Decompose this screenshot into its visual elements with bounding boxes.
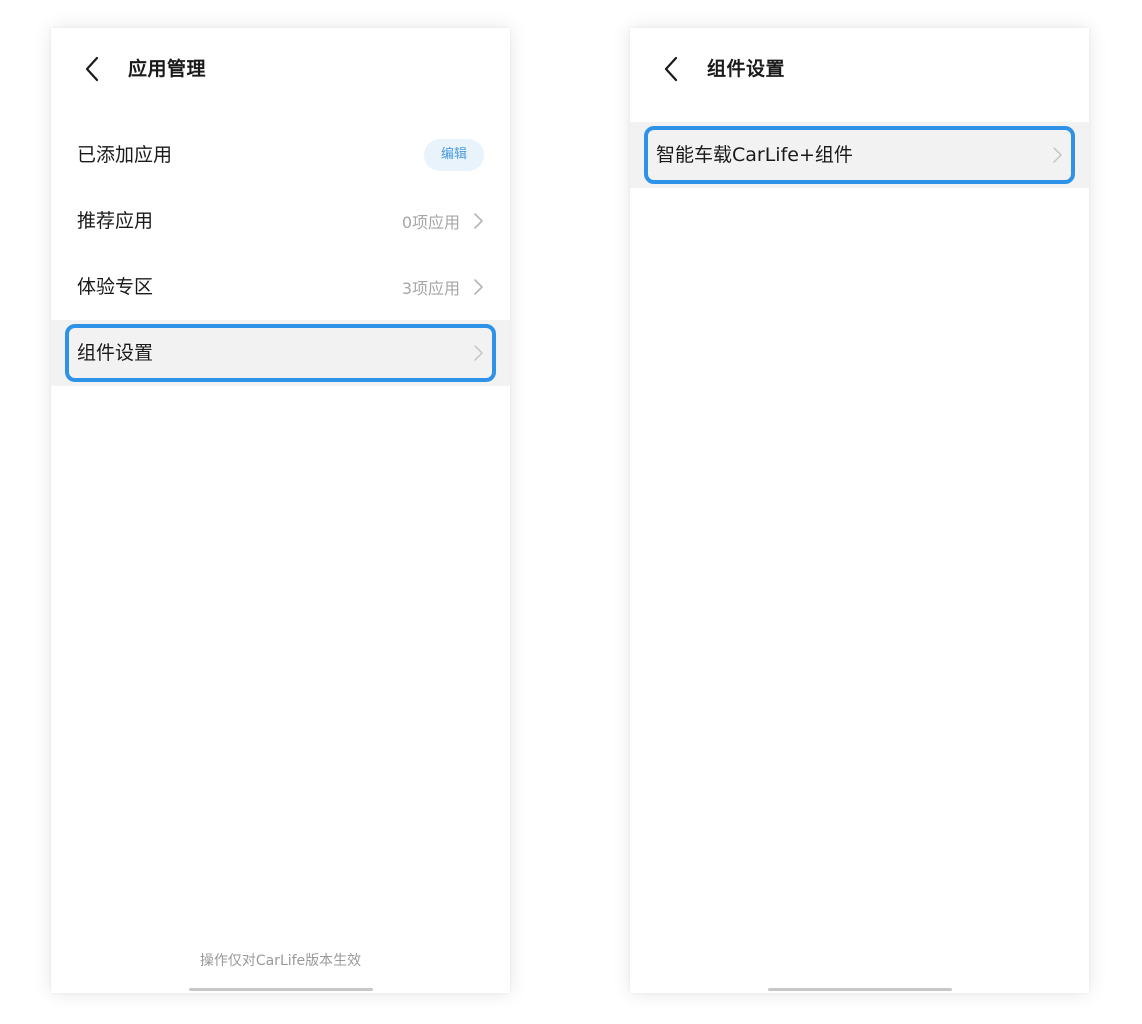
row-label: 体验专区	[77, 276, 154, 298]
header: 组件设置	[630, 28, 1089, 110]
row-label: 已添加应用	[77, 144, 173, 166]
row-experience-zone[interactable]: 体验专区 3项应用	[51, 254, 510, 320]
home-indicator[interactable]	[767, 988, 952, 991]
back-button[interactable]	[658, 54, 686, 84]
chevron-right-icon	[1053, 147, 1062, 163]
app-management-screen: 应用管理 已添加应用 编辑 推荐应用 0项应用 体验专区 3项应用 组件设置 操…	[51, 28, 510, 993]
page-title: 应用管理	[128, 58, 207, 80]
row-value: 3项应用	[401, 279, 460, 298]
edit-button[interactable]: 编辑	[424, 139, 484, 171]
chevron-right-icon	[474, 279, 483, 295]
header: 应用管理	[51, 28, 510, 110]
widget-settings-screen: 组件设置 智能车载CarLife+组件	[630, 28, 1089, 993]
home-indicator[interactable]	[188, 988, 373, 991]
chevron-right-icon	[474, 345, 483, 361]
row-label: 智能车载CarLife+组件	[656, 144, 853, 166]
row-label: 组件设置	[77, 342, 154, 364]
settings-list: 已添加应用 编辑 推荐应用 0项应用 体验专区 3项应用 组件设置	[51, 122, 510, 386]
page-title: 组件设置	[707, 58, 786, 80]
row-added-apps: 已添加应用 编辑	[51, 122, 510, 188]
chevron-left-icon	[664, 56, 678, 82]
footer-note: 操作仅对CarLife版本生效	[199, 953, 362, 969]
chevron-right-icon	[474, 213, 483, 229]
chevron-left-icon	[85, 56, 99, 82]
widget-list: 智能车载CarLife+组件	[630, 122, 1089, 188]
row-carlife-widget[interactable]: 智能车载CarLife+组件	[630, 122, 1089, 188]
row-widget-settings[interactable]: 组件设置	[51, 320, 510, 386]
row-label: 推荐应用	[77, 210, 154, 232]
back-button[interactable]	[79, 54, 107, 84]
row-recommended-apps[interactable]: 推荐应用 0项应用	[51, 188, 510, 254]
row-value: 0项应用	[401, 213, 460, 232]
